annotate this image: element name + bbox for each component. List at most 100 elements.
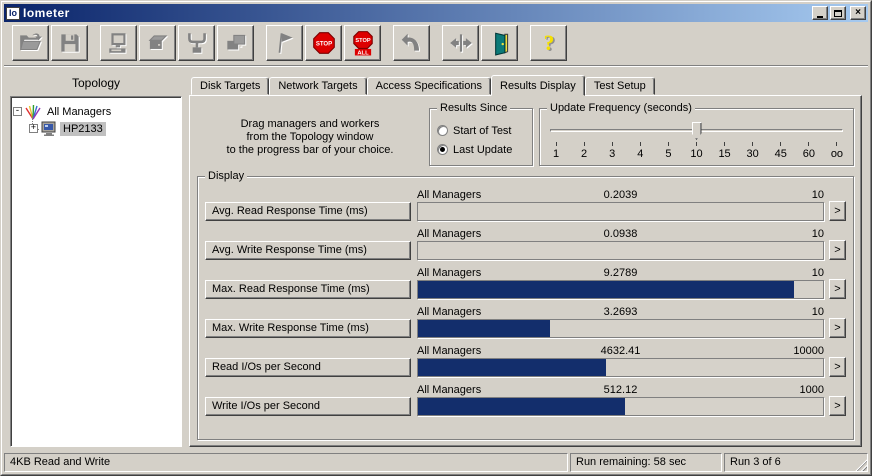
- slider-thumb[interactable]: [691, 122, 702, 140]
- radio-last-update[interactable]: Last Update: [437, 140, 525, 159]
- display-group: Display Avg. Read Response Time (ms) All…: [197, 170, 854, 440]
- results-display-pane: Drag managers and workers from the Topol…: [189, 95, 862, 447]
- slider-tick: [836, 142, 838, 146]
- collapse-icon[interactable]: -: [13, 107, 22, 116]
- progress-bar-fill: [418, 280, 794, 298]
- question-mark-icon: ? ?: [543, 31, 555, 56]
- expand-results-button[interactable]: >: [829, 201, 846, 221]
- slider-tick-label: 5: [665, 148, 672, 160]
- slider-tick-label: 15: [718, 148, 731, 160]
- tab-results-display[interactable]: Results Display: [491, 75, 585, 96]
- topology-tree[interactable]: - All Managers + HP2133: [10, 96, 182, 447]
- minimize-button[interactable]: [812, 6, 828, 20]
- tree-node-hp2133[interactable]: + HP2133: [13, 120, 179, 137]
- open-test-config-button[interactable]: [12, 25, 49, 61]
- display-row: Write I/Os per Second All Managers 512.1…: [205, 382, 846, 416]
- exit-button[interactable]: [481, 25, 518, 61]
- stop-test-button[interactable]: STOP: [305, 25, 342, 61]
- bar-max: 10: [811, 267, 825, 279]
- network-worker-icon: [187, 33, 206, 53]
- slider-tick: [780, 142, 782, 146]
- tab-control: Disk Targets Network Targets Access Specif…: [189, 74, 862, 447]
- expand-icon[interactable]: +: [29, 124, 38, 133]
- save-test-config-button[interactable]: [51, 25, 88, 61]
- expand-results-button[interactable]: >: [829, 318, 846, 338]
- duplicate-worker-button[interactable]: [217, 25, 254, 61]
- title-bar[interactable]: Io Iometer ×: [4, 4, 868, 22]
- slider-labels: 1 2 3 4 5 10 15 30 45 60 oo: [548, 148, 845, 160]
- start-tests-button[interactable]: [266, 25, 303, 61]
- start-network-worker-button[interactable]: [178, 25, 215, 61]
- metric-button[interactable]: Max. Read Response Time (ms): [205, 280, 411, 299]
- expand-results-button[interactable]: >: [829, 357, 846, 377]
- bar-value: 4632.41: [600, 345, 641, 357]
- tab-disk-targets[interactable]: Disk Targets: [191, 77, 270, 95]
- start-disk-worker-button[interactable]: [139, 25, 176, 61]
- tree-node-all-managers[interactable]: - All Managers: [13, 103, 179, 120]
- maximize-icon: [834, 9, 842, 17]
- slider-tick-label: oo: [830, 148, 844, 160]
- tree-node-label[interactable]: All Managers: [44, 105, 114, 119]
- expand-results-button[interactable]: >: [829, 279, 846, 299]
- progress-bar[interactable]: [417, 396, 824, 416]
- slider-tick-label: 2: [581, 148, 588, 160]
- slider-ticks: [548, 142, 845, 147]
- bar-max: 10: [811, 228, 825, 240]
- expand-results-button[interactable]: >: [829, 396, 846, 416]
- about-button[interactable]: ? ?: [530, 25, 567, 61]
- svg-text:STOP: STOP: [315, 41, 331, 47]
- computer-icon: [108, 33, 125, 53]
- radio-icon[interactable]: [437, 125, 448, 136]
- update-frequency-label: Update Frequency (seconds): [547, 102, 695, 114]
- progress-bar[interactable]: [417, 357, 824, 377]
- tab-test-setup[interactable]: Test Setup: [584, 77, 655, 95]
- status-test-name: 4KB Read and Write: [4, 453, 568, 472]
- progress-bar[interactable]: [417, 201, 824, 221]
- display-row: Read I/Os per Second All Managers 4632.4…: [205, 343, 846, 377]
- update-frequency-slider[interactable]: [548, 121, 845, 141]
- stop-sign-icon: STOP: [312, 32, 335, 54]
- bar-scope-label: All Managers: [417, 228, 482, 240]
- bar-value: 512.12: [603, 384, 638, 396]
- tab-network-targets[interactable]: Network Targets: [269, 77, 367, 95]
- status-bar: 4KB Read and Write Run remaining: 58 sec…: [4, 451, 868, 472]
- radio-icon-selected[interactable]: [437, 144, 448, 155]
- bar-scope-label: All Managers: [417, 267, 482, 279]
- results-since-group: Results Since Start of Test Last Update: [429, 102, 533, 166]
- close-icon: ×: [855, 7, 861, 18]
- expand-results-button[interactable]: >: [829, 240, 846, 260]
- maximize-button[interactable]: [830, 6, 846, 20]
- bar-scope-label: All Managers: [417, 306, 482, 318]
- metric-button[interactable]: Read I/Os per Second: [205, 358, 411, 377]
- display-rows: Avg. Read Response Time (ms) All Manager…: [205, 187, 846, 416]
- progress-bar[interactable]: [417, 318, 824, 338]
- progress-bar[interactable]: [417, 279, 824, 299]
- metric-button[interactable]: Max. Write Response Time (ms): [205, 319, 411, 338]
- reset-workers-button[interactable]: [393, 25, 430, 61]
- iometer-window: Io Iometer × STOP STOP ALL ? ? Topology …: [0, 0, 872, 476]
- stop-all-sign-icon: STOP ALL: [352, 31, 373, 56]
- start-new-manager-button[interactable]: [100, 25, 137, 61]
- stop-all-tests-button[interactable]: STOP ALL: [344, 25, 381, 61]
- tree-node-label[interactable]: HP2133: [60, 121, 106, 136]
- slider-tick: [611, 142, 613, 146]
- app-icon: Io: [6, 6, 20, 20]
- metric-button[interactable]: Avg. Read Response Time (ms): [205, 202, 411, 221]
- slider-tick: [752, 142, 754, 146]
- tab-access-specifications[interactable]: Access Specifications: [366, 77, 491, 95]
- bar-value: 3.2693: [603, 306, 638, 318]
- drag-hint-line: from the Topology window: [246, 130, 374, 143]
- minimize-icon: [817, 15, 823, 18]
- disconnect-button[interactable]: [442, 25, 479, 61]
- slider-tick-label: 1: [552, 148, 560, 160]
- metric-button[interactable]: Avg. Write Response Time (ms): [205, 241, 411, 260]
- metric-button[interactable]: Write I/Os per Second: [205, 397, 411, 416]
- radio-start-of-test[interactable]: Start of Test: [437, 121, 525, 140]
- display-row: Avg. Read Response Time (ms) All Manager…: [205, 187, 846, 221]
- svg-text:STOP: STOP: [355, 38, 370, 44]
- bar-value: 9.2789: [603, 267, 638, 279]
- close-button[interactable]: ×: [850, 6, 866, 20]
- svg-text:ALL: ALL: [357, 50, 369, 56]
- progress-bar[interactable]: [417, 240, 824, 260]
- drag-hint-line: Drag managers and workers: [240, 117, 380, 130]
